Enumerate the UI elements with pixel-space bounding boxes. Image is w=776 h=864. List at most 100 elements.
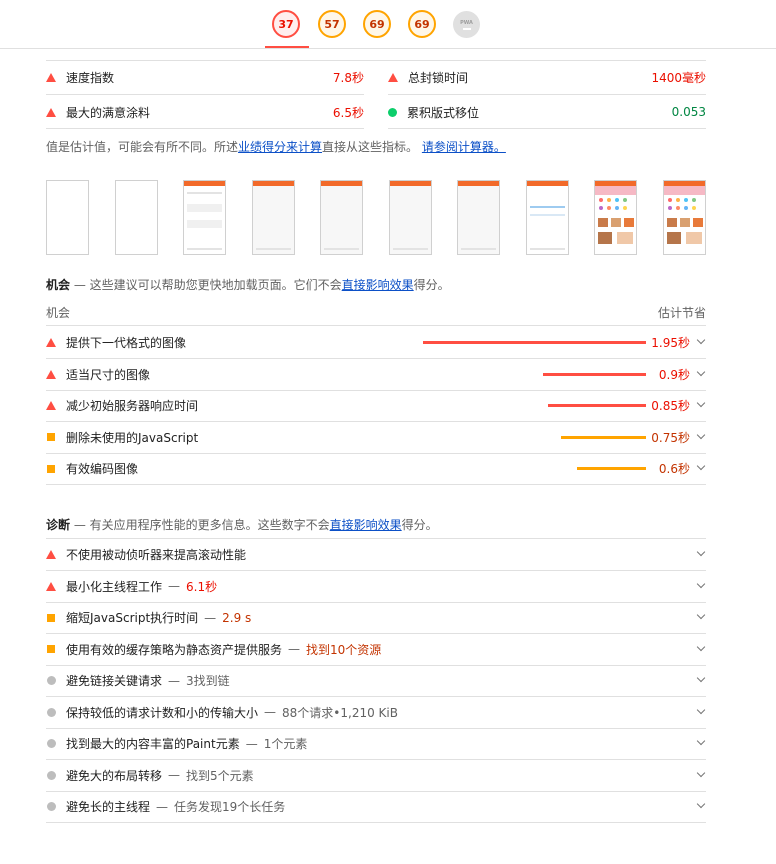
metric-divider — [388, 128, 706, 129]
filmstrip-frame — [46, 180, 89, 255]
section-description: — 这些建议可以帮助您更快地加载页面。它们不会 — [70, 278, 342, 292]
chevron-down-icon[interactable] — [696, 398, 706, 408]
pass-circle-icon — [388, 107, 397, 117]
opportunity-title: 删除未使用的JavaScript — [66, 430, 199, 445]
metric-label: 累积版式移位 — [407, 105, 480, 120]
info-circle-icon — [46, 770, 56, 780]
diagnostic-title: 避免长的主线程 — [66, 800, 151, 814]
status-icon — [46, 433, 56, 441]
opportunity-row[interactable]: 减少初始服务器响应时间 0.85秒 — [46, 390, 706, 422]
diagnostic-row[interactable]: 不使用被动侦听器来提高滚动性能 — [46, 539, 706, 571]
section-heading: 机会 — [46, 278, 71, 292]
gauge-score: 37 — [278, 17, 294, 31]
metric-value: 0.053 — [671, 105, 706, 119]
chevron-down-icon[interactable] — [696, 430, 706, 439]
filmstrip-frame — [252, 180, 295, 255]
chevron-down-icon[interactable] — [696, 799, 706, 809]
chevron-down-icon[interactable] — [696, 736, 706, 746]
info-circle-icon — [46, 802, 56, 811]
diagnostic-row[interactable]: 找到最大的内容丰富的Paint元素 — 1个元素 — [46, 728, 706, 760]
diagnostic-title: 缩短JavaScript执行时间 — [66, 611, 199, 625]
metric-total-blocking-time: 总封锁时间 1400毫秒 — [388, 60, 706, 94]
status-icon — [46, 645, 56, 653]
fail-triangle-icon — [46, 107, 56, 117]
savings-sparkline-bar — [577, 467, 646, 470]
seo-gauge[interactable]: 69 — [408, 10, 436, 38]
opportunity-row[interactable]: 适当尺寸的图像 0.9秒 — [46, 359, 706, 391]
display-separator: — — [264, 705, 277, 719]
diagnostic-row[interactable]: 避免大的布局转移 — 找到5个元素 — [46, 760, 706, 792]
chevron-down-icon[interactable] — [696, 367, 706, 376]
diagnostic-row[interactable]: 使用有效的缓存策略为静态资产提供服务 — 找到10个资源 — [46, 634, 706, 666]
best-practices-gauge[interactable]: 69 — [363, 10, 391, 38]
opportunity-row[interactable]: 删除未使用的JavaScript 0.75秒 — [46, 422, 706, 454]
diagnostic-row[interactable]: 最小化主线程工作 — 6.1秒 — [46, 571, 706, 603]
diagnostic-display-value: 任务发现19个长任务 — [174, 800, 286, 814]
opportunity-row[interactable]: 有效编码图像 0.6秒 — [46, 453, 706, 485]
opportunity-row[interactable]: 提供下一代格式的图像 1.95秒 — [46, 327, 706, 359]
diagnostic-display-value: 找到5个元素 — [186, 768, 254, 783]
fail-triangle-icon — [46, 581, 56, 591]
section-description: 得分。 — [401, 518, 438, 532]
category-gauges-bar: 37 57 69 69 PWA — [0, 0, 776, 49]
pwa-gauge[interactable]: PWA — [453, 11, 480, 38]
score-impact-link[interactable]: 直接影响效果 — [342, 278, 414, 292]
estimated-savings: 0.85秒 — [651, 399, 690, 413]
diagnostic-row[interactable]: 避免长的主线程 — 任务发现19个长任务 — [46, 791, 706, 823]
performance-gauge[interactable]: 37 — [272, 10, 300, 38]
chevron-down-icon[interactable] — [696, 673, 706, 683]
diagnostic-title: 找到最大的内容丰富的Paint元素 — [66, 737, 240, 751]
display-separator: — — [204, 610, 217, 625]
info-circle-icon — [46, 739, 56, 748]
chevron-down-icon[interactable] — [696, 547, 706, 557]
diagnostic-title: 最小化主线程工作 — [66, 579, 163, 594]
metric-label: 速度指数 — [66, 70, 115, 85]
opportunity-title: 减少初始服务器响应时间 — [66, 399, 199, 413]
estimated-savings: 0.75秒 — [651, 430, 690, 445]
accessibility-gauge[interactable]: 57 — [318, 10, 346, 38]
metric-value: 1400毫秒 — [651, 70, 706, 85]
fail-triangle-icon — [46, 338, 56, 347]
status-icon — [46, 676, 56, 685]
status-icon — [46, 707, 56, 717]
diagnostic-display-value: 6.1秒 — [186, 579, 218, 594]
diagnostic-row[interactable]: 避免链接关键请求 — 3找到链 — [46, 665, 706, 697]
metrics-estimate-note: 值是估计值，可能会有所不同。所述业绩得分来计算直接从这些指标。 请参阅计算器。 — [46, 138, 506, 155]
active-gauge-indicator — [265, 46, 309, 48]
chevron-down-icon[interactable] — [696, 610, 706, 620]
filmstrip-frame — [183, 180, 226, 255]
diagnostic-row[interactable]: 缩短JavaScript执行时间 — 2.9 s — [46, 602, 706, 634]
chevron-down-icon[interactable] — [696, 642, 706, 651]
chevron-down-icon[interactable] — [696, 705, 706, 714]
status-icon — [46, 401, 56, 410]
fail-triangle-icon — [46, 401, 56, 410]
chevron-down-icon[interactable] — [696, 768, 706, 777]
chevron-down-icon[interactable] — [696, 335, 706, 345]
savings-sparkline-bar — [561, 435, 646, 439]
fail-triangle-icon — [388, 72, 398, 82]
display-separator: — — [168, 673, 181, 688]
diagnostic-title: 使用有效的缓存策略为静态资产提供服务 — [66, 642, 283, 657]
diagnostic-title: 避免链接关键请求 — [66, 674, 163, 688]
chevron-down-icon[interactable] — [696, 461, 706, 471]
metric-cumulative-layout-shift: 累积版式移位 0.053 — [388, 95, 706, 129]
display-separator: — — [168, 768, 181, 782]
diagnostic-row[interactable]: 保持较低的请求计数和小的传输大小 — 88个请求•1,210 KiB — [46, 697, 706, 729]
calculator-link[interactable]: 请参阅计算器。 — [422, 140, 506, 154]
diagnostic-title: 保持较低的请求计数和小的传输大小 — [66, 705, 259, 720]
fail-triangle-icon — [46, 72, 56, 82]
gauge-score: 69 — [369, 17, 385, 31]
note-text: 值是估计值，可能会有所不同。所述 — [46, 140, 239, 154]
chevron-down-icon[interactable] — [696, 579, 706, 588]
status-icon — [46, 770, 56, 780]
average-square-icon — [47, 464, 55, 473]
opportunity-title: 适当尺寸的图像 — [66, 367, 151, 382]
display-separator: — — [288, 642, 301, 656]
metric-divider — [46, 128, 364, 129]
savings-sparkline-bar — [423, 341, 646, 344]
score-impact-link[interactable]: 直接影响效果 — [330, 518, 402, 532]
diagnostic-display-value: 2.9 s — [222, 610, 252, 625]
savings-sparkline-bar — [548, 404, 646, 407]
status-icon — [46, 802, 56, 811]
score-calculation-link[interactable]: 业绩得分来计算 — [238, 140, 322, 154]
